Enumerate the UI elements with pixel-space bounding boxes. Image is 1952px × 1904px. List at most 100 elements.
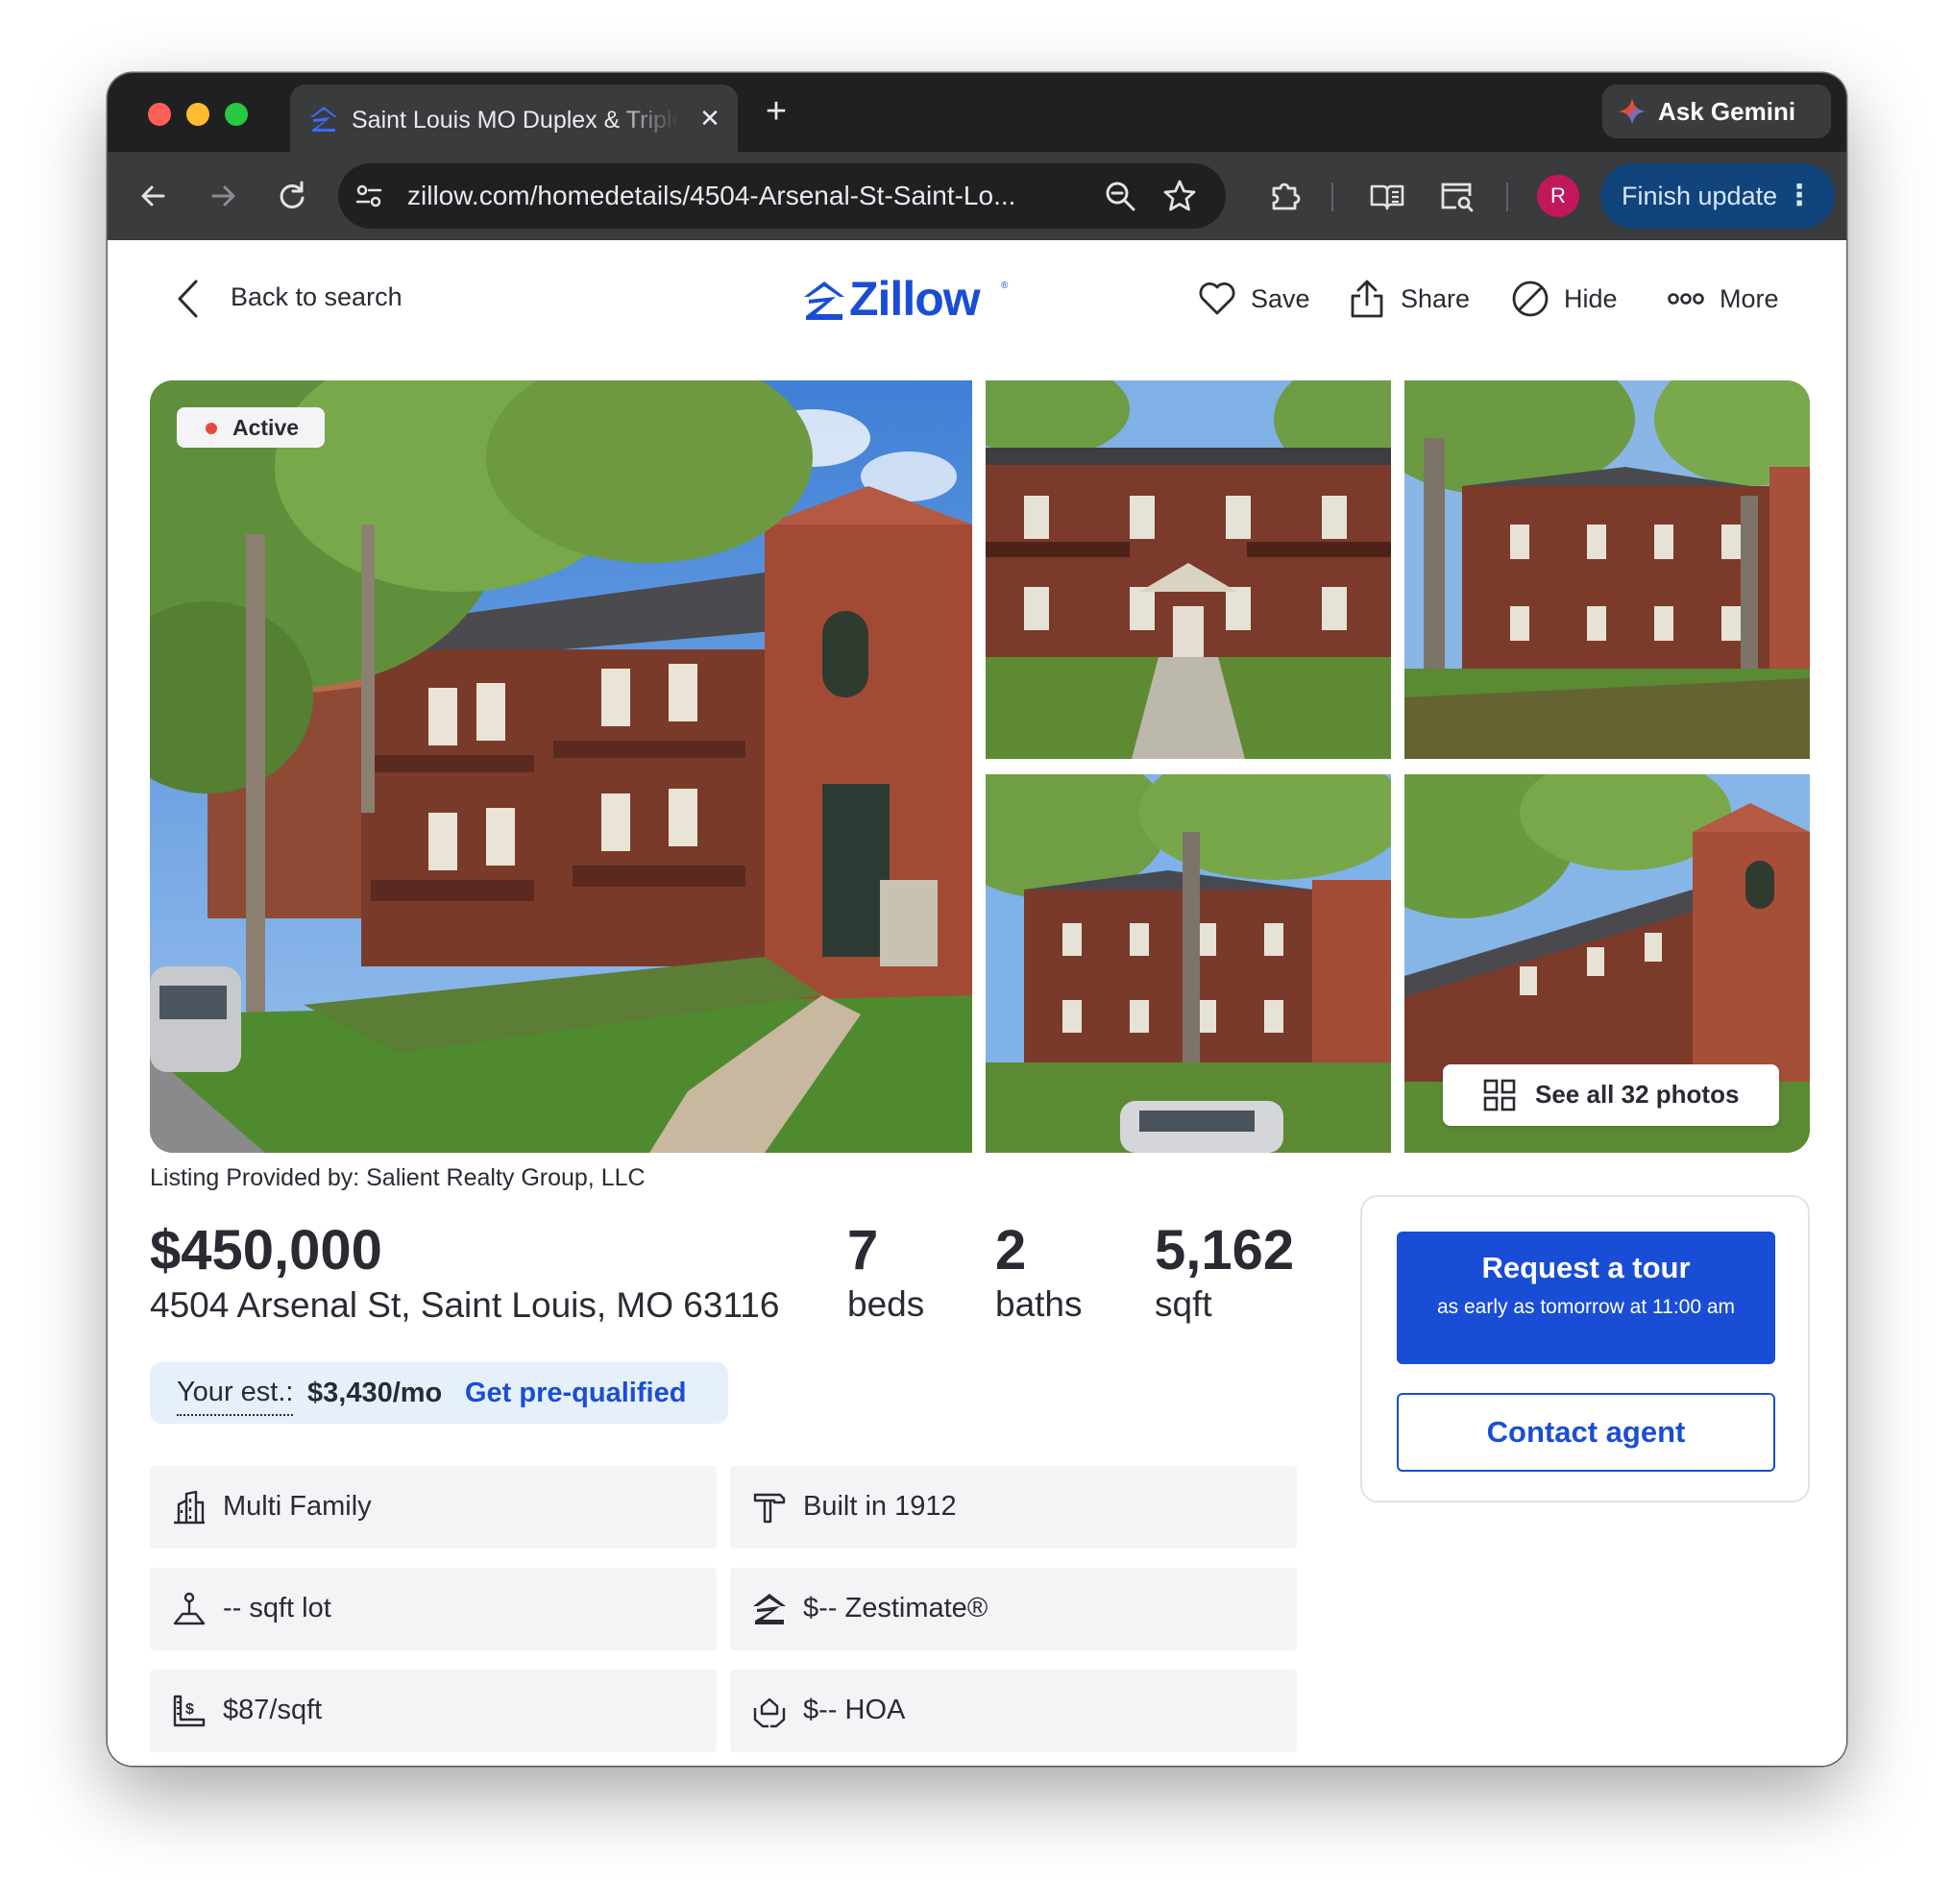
fact-price-per-sqft: $ $87/sqft bbox=[150, 1670, 717, 1752]
zillow-logo-icon bbox=[804, 281, 844, 320]
listing-price: $450,000 bbox=[150, 1219, 382, 1282]
sqft-stat: 5,162 sqft bbox=[1155, 1218, 1294, 1325]
zoom-icon[interactable] bbox=[1103, 179, 1137, 213]
bookmark-star-icon[interactable] bbox=[1162, 179, 1197, 213]
zillow-wordmark: Zillow bbox=[849, 272, 981, 326]
beds-label: beds bbox=[847, 1284, 925, 1324]
browser-menu-icon[interactable]: ⋮ bbox=[1785, 163, 1814, 229]
heart-icon bbox=[1199, 282, 1235, 315]
status-badge: Active bbox=[177, 407, 325, 448]
estimate-label[interactable]: Your est.: bbox=[177, 1370, 294, 1416]
photo-gallery: Active See all 32 photos bbox=[150, 380, 1810, 1153]
toolbar-divider bbox=[1331, 183, 1333, 211]
browser-toolbar: zillow.com/homedetails/4504-Arsenal-St-S… bbox=[108, 152, 1846, 240]
svg-text:$: $ bbox=[185, 1701, 194, 1718]
hoa-icon bbox=[753, 1697, 786, 1728]
listing-provided-by: Listing Provided by: Salient Realty Grou… bbox=[150, 1164, 646, 1191]
contact-agent-button[interactable]: Contact agent bbox=[1397, 1393, 1775, 1472]
tab-strip: Saint Louis MO Duplex & Triplex ✕ + Ask … bbox=[108, 73, 1846, 152]
site-settings-icon[interactable] bbox=[354, 181, 384, 211]
contact-card: Request a tour as early as tomorrow at 1… bbox=[1360, 1195, 1810, 1502]
baths-value: 2 bbox=[995, 1219, 1027, 1282]
share-button[interactable]: Share bbox=[1347, 275, 1472, 323]
gallery-photo[interactable] bbox=[986, 774, 1391, 1153]
fact-zestimate: $-- Zestimate® bbox=[730, 1568, 1297, 1650]
hide-button[interactable]: Hide bbox=[1510, 275, 1625, 323]
lot-icon bbox=[173, 1592, 206, 1625]
see-all-photos-label: See all 32 photos bbox=[1535, 1080, 1740, 1109]
zestimate-icon bbox=[753, 1594, 786, 1624]
fact-label: $-- HOA bbox=[803, 1695, 906, 1725]
fact-label: Built in 1912 bbox=[803, 1491, 957, 1522]
extensions-icon[interactable] bbox=[1266, 177, 1305, 215]
request-tour-subtitle: as early as tomorrow at 11:00 am bbox=[1436, 1296, 1736, 1318]
hide-label: Hide bbox=[1564, 284, 1618, 313]
back-arrow-icon[interactable] bbox=[134, 177, 173, 215]
zillow-logo[interactable]: Zillow ® bbox=[803, 272, 1014, 327]
hide-icon bbox=[1512, 281, 1549, 317]
baths-label: baths bbox=[995, 1284, 1083, 1324]
fact-label: $87/sqft bbox=[223, 1695, 323, 1725]
sqft-label: sqft bbox=[1155, 1284, 1212, 1324]
fact-home-type: Multi Family bbox=[150, 1466, 717, 1549]
browser-window: Saint Louis MO Duplex & Triplex ✕ + Ask … bbox=[108, 73, 1846, 1766]
share-icon bbox=[1351, 280, 1383, 318]
back-to-search-label: Back to search bbox=[231, 282, 403, 311]
beds-stat: 7 beds bbox=[847, 1218, 924, 1325]
price-per-sqft-icon: $ bbox=[173, 1695, 206, 1727]
minimize-window-button[interactable] bbox=[186, 103, 209, 126]
beds-value: 7 bbox=[847, 1219, 879, 1282]
main-photo[interactable]: Active bbox=[150, 380, 972, 1153]
toolbar-divider bbox=[1506, 183, 1508, 211]
see-all-photos-button[interactable]: See all 32 photos bbox=[1443, 1064, 1779, 1126]
search-tab-icon[interactable] bbox=[1437, 177, 1476, 215]
tab-title: Saint Louis MO Duplex & Triplex bbox=[352, 107, 678, 134]
fact-lot-size: -- sqft lot bbox=[150, 1568, 717, 1650]
estimate-value: $3,430/mo bbox=[307, 1378, 443, 1408]
ask-gemini-label: Ask Gemini bbox=[1658, 97, 1796, 126]
address-bar[interactable]: zillow.com/homedetails/4504-Arsenal-St-S… bbox=[338, 163, 1226, 229]
gallery-photo[interactable] bbox=[986, 380, 1391, 759]
hammer-icon bbox=[753, 1493, 786, 1524]
finish-update-button[interactable]: Finish update ⋮ bbox=[1600, 163, 1835, 229]
forward-arrow-icon[interactable] bbox=[204, 177, 242, 215]
grid-icon bbox=[1483, 1079, 1516, 1111]
active-dot-icon bbox=[206, 423, 217, 434]
chevron-left-icon bbox=[178, 280, 198, 318]
fact-year-built: Built in 1912 bbox=[730, 1466, 1297, 1549]
finish-update-label: Finish update bbox=[1622, 182, 1778, 210]
baths-stat: 2 baths bbox=[995, 1218, 1083, 1325]
status-badge-label: Active bbox=[232, 415, 300, 440]
tab-zillow[interactable]: Saint Louis MO Duplex & Triplex ✕ bbox=[290, 85, 738, 152]
fact-label: Multi Family bbox=[223, 1491, 372, 1522]
new-tab-button[interactable]: + bbox=[757, 92, 795, 131]
sqft-value: 5,162 bbox=[1155, 1219, 1295, 1282]
request-tour-title: Request a tour bbox=[1481, 1251, 1691, 1284]
request-tour-button[interactable]: Request a tour as early as tomorrow at 1… bbox=[1397, 1232, 1775, 1364]
fact-label: -- sqft lot bbox=[223, 1593, 331, 1623]
building-icon bbox=[174, 1490, 205, 1525]
listing-address: 4504 Arsenal St, Saint Louis, MO 63116 bbox=[150, 1285, 780, 1325]
gemini-sparkle-icon bbox=[1619, 98, 1646, 125]
fact-hoa: $-- HOA bbox=[730, 1670, 1297, 1752]
more-dots-icon bbox=[1668, 293, 1704, 305]
save-label: Save bbox=[1251, 284, 1310, 313]
ask-gemini-button[interactable]: Ask Gemini bbox=[1602, 85, 1831, 138]
registered-mark: ® bbox=[1001, 281, 1009, 291]
maximize-window-button[interactable] bbox=[225, 103, 248, 126]
zillow-favicon-icon bbox=[310, 107, 337, 132]
save-button[interactable]: Save bbox=[1197, 275, 1312, 323]
gallery-photo[interactable] bbox=[1404, 380, 1810, 759]
reload-icon[interactable] bbox=[273, 177, 311, 215]
profile-avatar[interactable]: R bbox=[1537, 175, 1579, 217]
more-button[interactable]: More bbox=[1666, 275, 1791, 323]
share-label: Share bbox=[1401, 284, 1471, 313]
get-prequalified-link[interactable]: Get pre-qualified bbox=[465, 1362, 686, 1424]
url-text[interactable]: zillow.com/homedetails/4504-Arsenal-St-S… bbox=[407, 163, 1080, 229]
more-label: More bbox=[1720, 284, 1779, 313]
listing-header: Back to search Zillow ® Save Share Hide … bbox=[108, 240, 1846, 355]
reading-mode-icon[interactable] bbox=[1368, 177, 1406, 215]
tab-close-icon[interactable]: ✕ bbox=[695, 104, 724, 133]
listing-page: Back to search Zillow ® Save Share Hide … bbox=[108, 240, 1846, 1766]
close-window-button[interactable] bbox=[148, 103, 171, 126]
